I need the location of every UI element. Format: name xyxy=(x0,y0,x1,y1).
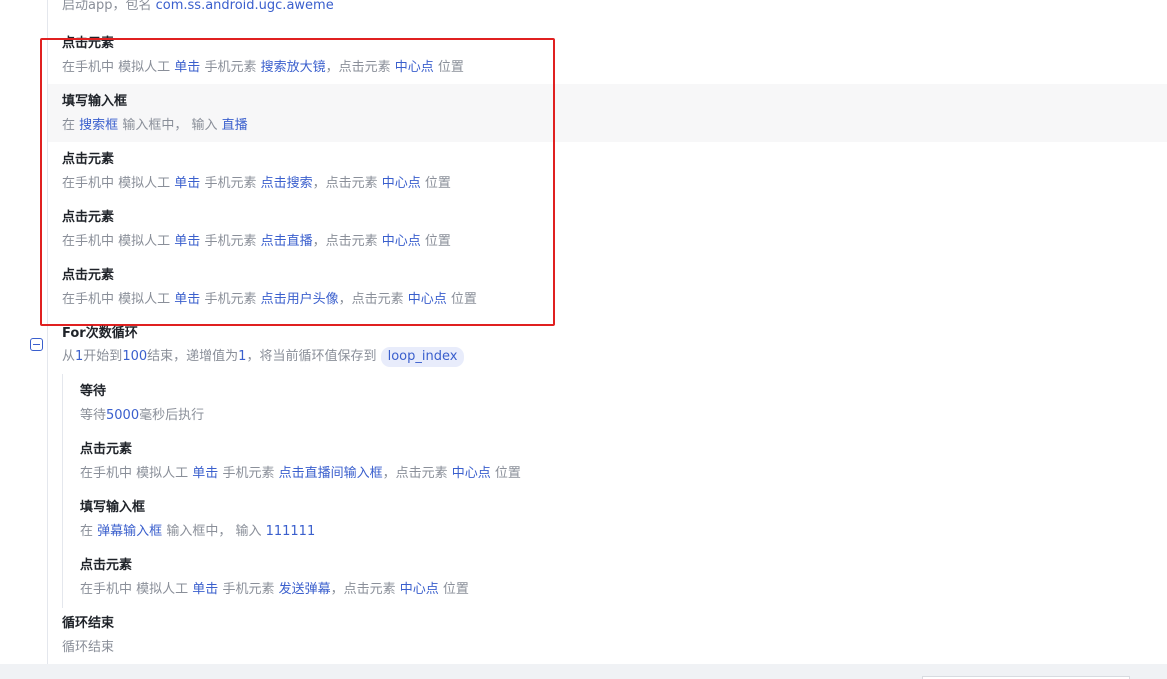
step-title: 填写输入框 xyxy=(62,94,128,109)
step-desc: 在手机中 模拟人工 单击 手机元素 发送弹幕，点击元素 中心点 位置 xyxy=(80,581,1080,599)
step-title: 点击元素 xyxy=(62,268,115,283)
element-name: 点击用户头像 xyxy=(260,292,339,307)
step-title: For次数循环 xyxy=(62,326,138,341)
action-value: 单击 xyxy=(192,466,219,481)
step-desc: 在 搜索框 输入框中， 输入 直播 xyxy=(62,117,1062,135)
desc-text: 开始到 xyxy=(83,349,123,364)
package-name: com.ss.android.ugc.aweme xyxy=(155,0,334,13)
element-name: 点击直播 xyxy=(260,234,313,249)
desc-text: 在手机中 模拟人工 xyxy=(80,582,189,597)
step-desc: 启动app，包名 com.ss.android.ugc.aweme xyxy=(62,0,1062,15)
step-title: 填写输入框 xyxy=(80,500,146,515)
desc-text: 从 xyxy=(62,349,76,364)
step-title: 点击元素 xyxy=(62,152,115,167)
desc-text: 在手机中 模拟人工 xyxy=(62,176,171,191)
desc-text: ，点击元素 xyxy=(330,582,396,597)
input-value: 直播 xyxy=(221,118,248,133)
action-value: 单击 xyxy=(174,60,201,75)
desc-text: 毫秒后执行 xyxy=(139,408,205,423)
desc-text: 等待 xyxy=(80,408,107,423)
step-wait[interactable]: 等待 等待5000毫秒后执行 xyxy=(80,383,1080,425)
step-click-element[interactable]: 点击元素 在手机中 模拟人工 单击 手机元素 发送弹幕，点击元素 中心点 位置 xyxy=(80,557,1080,599)
desc-text: ，点击元素 xyxy=(312,234,378,249)
desc-text: 输入框中， 输入 xyxy=(122,118,218,133)
desc-text: ，点击元素 xyxy=(312,176,378,191)
desc-text: ，点击元素 xyxy=(382,466,448,481)
desc-text: 启动app，包名 xyxy=(62,0,152,13)
step-app-start[interactable]: 启动app，包名 com.ss.android.ugc.aweme xyxy=(62,0,1062,15)
field-name: 搜索框 xyxy=(79,118,119,133)
action-value: 单击 xyxy=(174,292,201,307)
step-desc: 在手机中 模拟人工 单击 手机元素 点击直播间输入框，点击元素 中心点 位置 xyxy=(80,465,1080,483)
position-value: 中心点 xyxy=(381,234,421,249)
workflow-page: 启动app，包名 com.ss.android.ugc.aweme 点击元素 在… xyxy=(0,0,1167,679)
step-desc: 在手机中 模拟人工 单击 手机元素 点击搜索，点击元素 中心点 位置 xyxy=(62,175,1062,193)
desc-text: 位置 xyxy=(424,176,451,191)
desc-text: 位置 xyxy=(424,234,451,249)
desc-text: ，将当前循环值保存到 xyxy=(246,349,377,364)
desc-text: ，点击元素 xyxy=(338,292,404,307)
step-title: 等待 xyxy=(80,384,107,399)
step-click-element[interactable]: 点击元素 在手机中 模拟人工 单击 手机元素 搜索放大镜，点击元素 中心点 位置 xyxy=(62,35,1062,77)
desc-text: 手机元素 xyxy=(222,582,275,597)
step-fill-input[interactable]: 填写输入框 在 弹幕输入框 输入框中， 输入 111111 xyxy=(80,499,1080,541)
desc-text: 在手机中 模拟人工 xyxy=(62,292,171,307)
desc-text: 手机元素 xyxy=(222,466,275,481)
step-loop-end[interactable]: 循环结束 循环结束 xyxy=(62,615,1062,657)
step-click-element[interactable]: 点击元素 在手机中 模拟人工 单击 手机元素 点击直播间输入框，点击元素 中心点… xyxy=(80,441,1080,483)
wait-value: 5000 xyxy=(106,408,140,423)
element-name: 搜索放大镜 xyxy=(260,60,326,75)
step-desc: 在手机中 模拟人工 单击 手机元素 点击用户头像，点击元素 中心点 位置 xyxy=(62,291,1062,309)
field-name: 弹幕输入框 xyxy=(97,524,163,539)
desc-text: 在 xyxy=(62,118,76,133)
element-name: 发送弹幕 xyxy=(278,582,331,597)
desc-text: 在 xyxy=(80,524,94,539)
step-desc: 在手机中 模拟人工 单击 手机元素 搜索放大镜，点击元素 中心点 位置 xyxy=(62,59,1062,77)
collapse-icon[interactable] xyxy=(30,338,43,351)
loop-variable-chip: loop_index xyxy=(380,347,465,367)
step-desc: 循环结束 xyxy=(62,640,115,655)
desc-text: 位置 xyxy=(494,466,521,481)
step-title: 点击元素 xyxy=(62,36,115,51)
step-desc: 从1开始到100结束，递增值为1，将当前循环值保存到 loop_index xyxy=(62,347,1062,367)
desc-text: 手机元素 xyxy=(204,60,257,75)
position-value: 中心点 xyxy=(451,466,491,481)
desc-text: 结束，递增值为 xyxy=(147,349,239,364)
desc-text: 在手机中 模拟人工 xyxy=(80,466,189,481)
step-title: 点击元素 xyxy=(62,210,115,225)
loop-body-line xyxy=(62,374,63,608)
desc-text: 输入框中， 输入 xyxy=(166,524,262,539)
position-value: 中心点 xyxy=(399,582,439,597)
step-title: 循环结束 xyxy=(62,616,115,631)
element-name: 点击直播间输入框 xyxy=(278,466,383,481)
step-click-element[interactable]: 点击元素 在手机中 模拟人工 单击 手机元素 点击搜索，点击元素 中心点 位置 xyxy=(62,151,1062,193)
action-value: 单击 xyxy=(192,582,219,597)
step-desc: 在 弹幕输入框 输入框中， 输入 111111 xyxy=(80,523,1080,541)
desc-text: 手机元素 xyxy=(204,176,257,191)
desc-text: ，点击元素 xyxy=(325,60,391,75)
position-value: 中心点 xyxy=(381,176,421,191)
step-desc: 等待5000毫秒后执行 xyxy=(80,407,1080,425)
desc-text: 位置 xyxy=(450,292,477,307)
element-name: 点击搜索 xyxy=(260,176,313,191)
desc-text: 在手机中 模拟人工 xyxy=(62,234,171,249)
desc-text: 在手机中 模拟人工 xyxy=(62,60,171,75)
step-for-loop[interactable]: For次数循环 从1开始到100结束，递增值为1，将当前循环值保存到 loop_… xyxy=(62,325,1062,367)
step-fill-input[interactable]: 填写输入框 在 搜索框 输入框中， 输入 直播 xyxy=(62,93,1062,135)
loop-end-value: 100 xyxy=(122,349,148,364)
position-value: 中心点 xyxy=(407,292,447,307)
step-title: 点击元素 xyxy=(80,558,133,573)
desc-text: 位置 xyxy=(442,582,469,597)
step-click-element[interactable]: 点击元素 在手机中 模拟人工 单击 手机元素 点击用户头像，点击元素 中心点 位… xyxy=(62,267,1062,309)
step-desc: 在手机中 模拟人工 单击 手机元素 点击直播，点击元素 中心点 位置 xyxy=(62,233,1062,251)
step-title: 点击元素 xyxy=(80,442,133,457)
position-value: 中心点 xyxy=(394,60,434,75)
step-click-element[interactable]: 点击元素 在手机中 模拟人工 单击 手机元素 点击直播，点击元素 中心点 位置 xyxy=(62,209,1062,251)
desc-text: 手机元素 xyxy=(204,292,257,307)
action-value: 单击 xyxy=(174,176,201,191)
input-value: 111111 xyxy=(265,524,316,539)
desc-text: 手机元素 xyxy=(204,234,257,249)
desc-text: 位置 xyxy=(437,60,464,75)
action-value: 单击 xyxy=(174,234,201,249)
